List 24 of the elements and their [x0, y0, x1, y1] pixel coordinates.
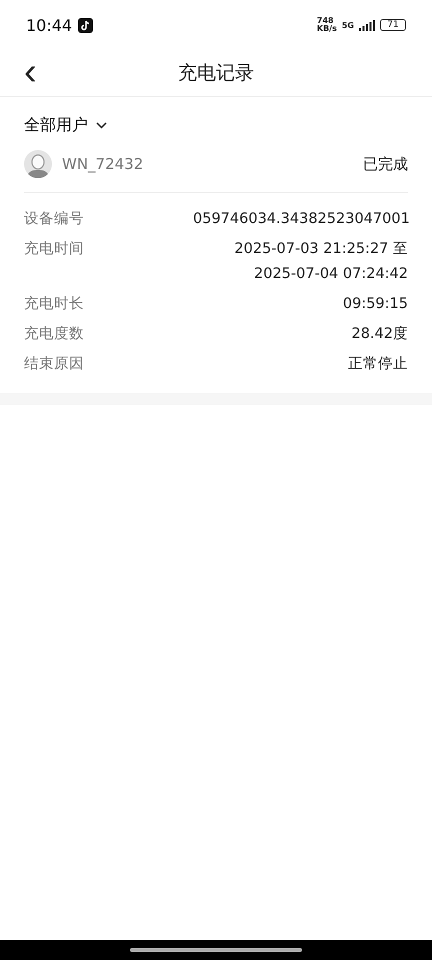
user-name: WN_72432: [62, 155, 144, 173]
status-time: 10:44: [26, 16, 72, 34]
field-value: 正常停止: [348, 355, 408, 374]
field-value: 09:59:15: [342, 295, 408, 314]
network-speed: 748 KB/s: [316, 17, 337, 33]
field-label: 结束原因: [24, 355, 84, 374]
signal-icon: [359, 20, 375, 30]
page-title: 充电记录: [178, 61, 254, 86]
back-button[interactable]: ‹: [18, 54, 43, 90]
avatar-icon: [24, 150, 52, 178]
user-filter-dropdown[interactable]: 全部用户: [24, 115, 107, 136]
battery-indicator: 71: [380, 19, 406, 31]
music-note-icon: [78, 18, 94, 32]
network-type: 5G: [342, 20, 354, 30]
field-label: 充电度数: [24, 324, 84, 344]
field-value: 059746034.34382523047001: [193, 210, 408, 229]
field-label: 设备编号: [24, 210, 84, 229]
field-label: 充电时长: [24, 294, 84, 314]
field-label: 充电时间: [24, 240, 84, 259]
home-indicator[interactable]: [130, 948, 302, 952]
field-value: 2025-07-03 21:25:27 至 2025-07-04 07:24:42: [233, 240, 408, 284]
chevron-down-icon: [96, 122, 107, 129]
record-status: 已完成: [363, 154, 408, 174]
field-value: 28.42度: [351, 324, 408, 344]
